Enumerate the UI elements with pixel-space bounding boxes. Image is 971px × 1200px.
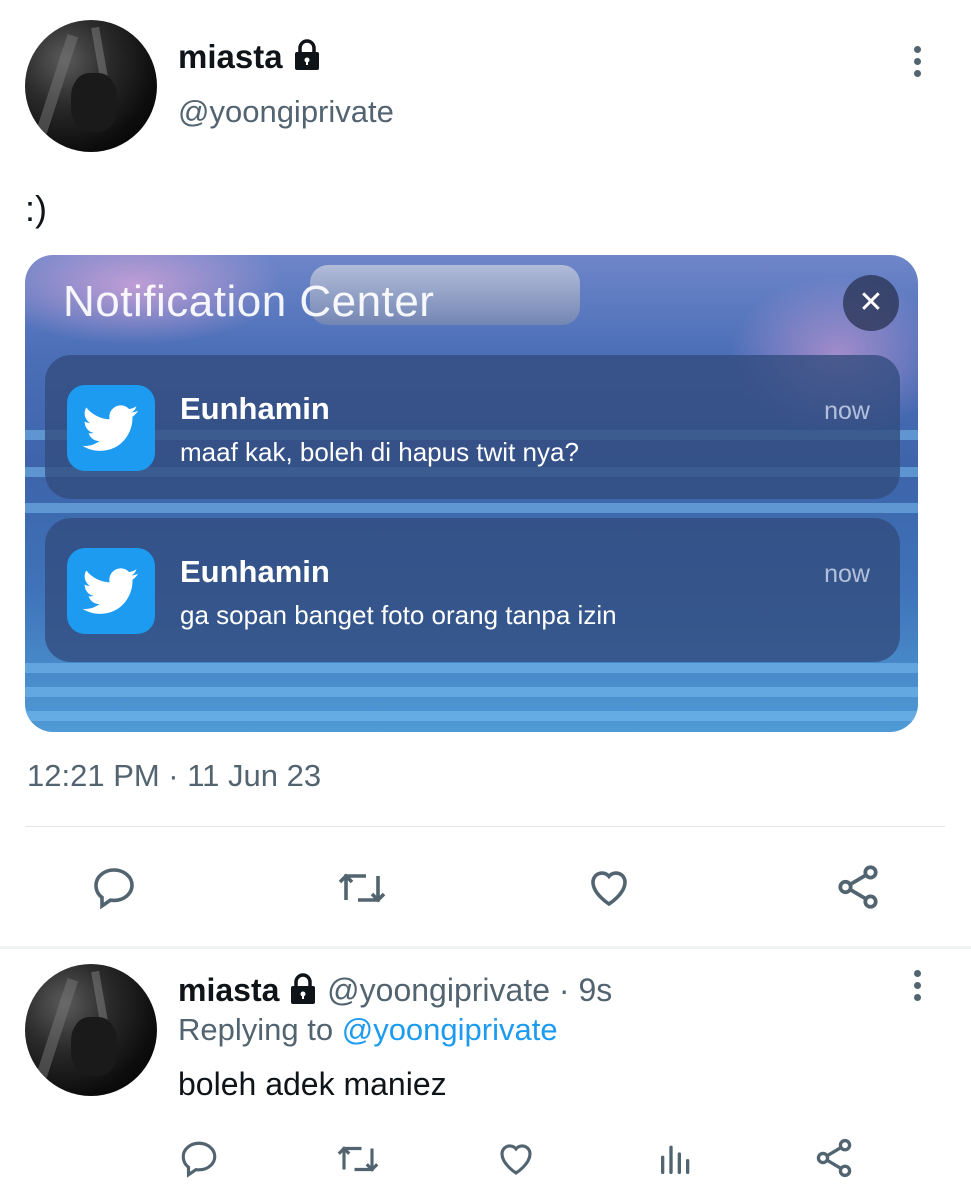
reply-icon[interactable] [90, 864, 138, 917]
replying-prefix: Replying to [178, 1012, 342, 1047]
twitter-icon [67, 385, 155, 471]
notification-body: maaf kak, boleh di hapus twit nya? [180, 437, 579, 467]
replying-to: Replying to @yoongiprivate [178, 1012, 558, 1048]
notification-card: Eunhamin now maaf kak, boleh di hapus tw… [45, 355, 900, 499]
notification-center-title: Notification Center [63, 277, 435, 326]
reply-retweet-icon[interactable] [333, 1138, 383, 1185]
analytics-icon[interactable] [656, 1138, 696, 1185]
reply-separator: · [550, 972, 579, 1008]
notification-time: now [824, 397, 870, 425]
reply-author-handle[interactable]: @yoongiprivate [327, 972, 550, 1008]
author-name-text[interactable]: miasta [178, 38, 283, 75]
reply-age: 9s [578, 972, 613, 1008]
like-icon[interactable] [584, 864, 634, 917]
divider [0, 946, 971, 949]
twitter-icon [67, 548, 155, 634]
reply-like-icon[interactable] [495, 1138, 537, 1185]
notification-title: Eunhamin [180, 391, 330, 426]
author-handle[interactable]: @yoongiprivate [178, 94, 394, 130]
divider [25, 826, 945, 827]
retweet-icon[interactable] [333, 864, 391, 917]
notification-card: Eunhamin now ga sopan banget foto orang … [45, 518, 900, 662]
author-name[interactable]: miasta [178, 38, 322, 79]
more-options-icon[interactable] [912, 46, 922, 82]
reply-share-icon[interactable] [812, 1136, 856, 1185]
reply-author-name[interactable]: miasta [178, 972, 279, 1008]
reply-more-options-icon[interactable] [912, 970, 922, 1006]
replying-to-link[interactable]: @yoongiprivate [342, 1012, 558, 1047]
reply-reply-icon[interactable] [178, 1138, 220, 1185]
reply-text: boleh adek maniez [178, 1066, 447, 1102]
share-icon[interactable] [833, 862, 883, 917]
tweet-text: :) [25, 188, 47, 229]
reply-author-avatar[interactable] [25, 964, 157, 1096]
tweet-media-image[interactable]: Notification Center ✕ Eunhamin now maaf … [25, 255, 918, 732]
notification-title: Eunhamin [180, 554, 330, 589]
author-avatar[interactable] [25, 20, 157, 152]
close-icon: ✕ [843, 275, 899, 331]
notification-body: ga sopan banget foto orang tanpa izin [180, 600, 617, 630]
lock-icon [292, 39, 322, 79]
tweet-timestamp[interactable]: 12:21 PM · 11 Jun 23 [27, 758, 321, 794]
lock-icon [288, 972, 318, 1013]
reply-author-line[interactable]: miasta @yoongiprivate · 9s [178, 972, 612, 1013]
notification-time: now [824, 560, 870, 588]
